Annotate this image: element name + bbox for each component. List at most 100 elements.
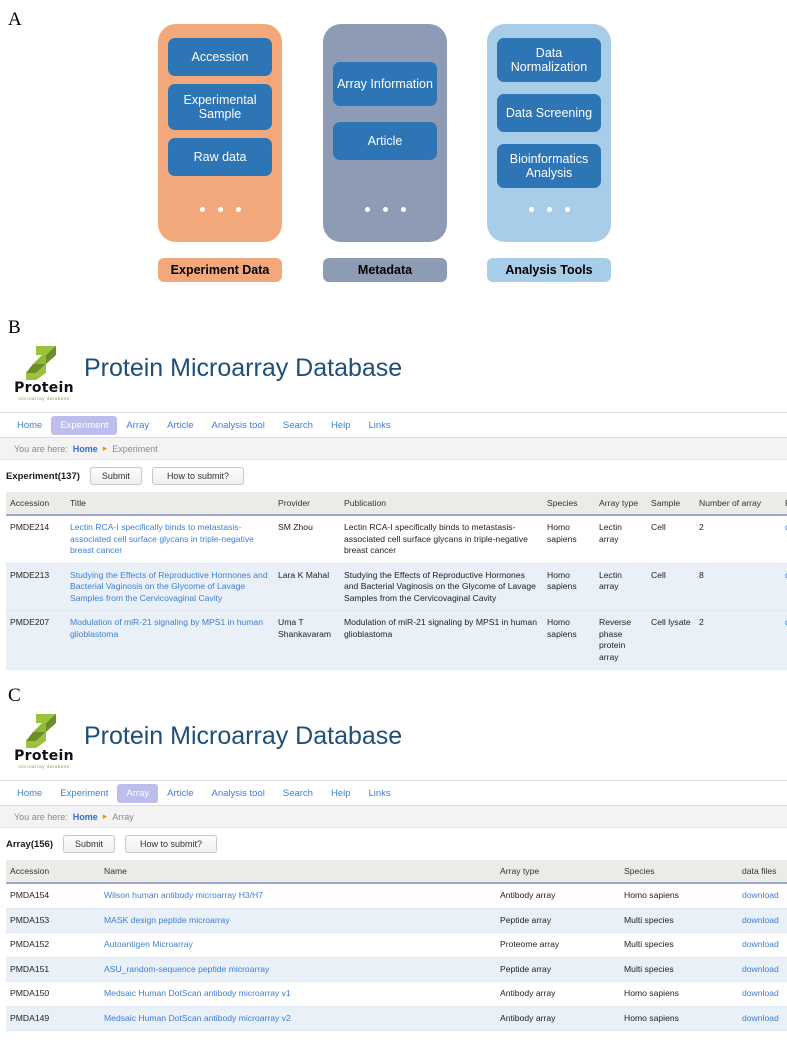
table-row: PMDE213 Studying the Effects of Reproduc… [6, 563, 787, 611]
nav-item-links[interactable]: Links [360, 784, 400, 803]
nav-item-array[interactable]: Array [117, 783, 159, 803]
col-header-number-of-array[interactable]: Number of array [695, 492, 781, 516]
cell-name-link[interactable]: MASK design peptide microarray [100, 908, 496, 933]
cell-data-files-download-link[interactable]: download [738, 981, 787, 1007]
cell-data-files-download-link[interactable]: download [738, 908, 787, 933]
flow-label-experiment-data: Experiment Data [158, 258, 282, 282]
how-to-submit-button-c[interactable]: How to submit? [125, 835, 218, 853]
cell-array-type: Antibody array [496, 883, 620, 909]
nav-item-home[interactable]: Home [8, 784, 51, 803]
cell-raw-data-download-link[interactable]: download [781, 610, 787, 670]
site-logo-c[interactable]: Protein microarray database [8, 712, 80, 778]
how-to-submit-button-b[interactable]: How to submit? [151, 467, 244, 485]
cell-provider: SM Zhou [274, 515, 340, 564]
cell-raw-data-download-link[interactable]: download [781, 563, 787, 611]
col-header-raw-data[interactable]: Raw data [781, 492, 787, 516]
array-table: Accession Name Array type Species data f… [6, 860, 787, 1031]
protein-ribbon-logo-icon [26, 346, 56, 380]
site-logo-b[interactable]: Protein microarray database [8, 344, 80, 410]
cell-accession: PMDA149 [6, 1006, 100, 1031]
nav-item-experiment[interactable]: Experiment [51, 784, 117, 803]
col-header-publication[interactable]: Publication [340, 492, 543, 516]
toolbar-b: Experiment(137) Submit How to submit? [0, 460, 787, 492]
flow-dots-analysis-tools [487, 207, 611, 212]
col-header-array-type[interactable]: Array type [496, 860, 620, 884]
table-row: PMDE214 Lectin RCA-I specifically binds … [6, 515, 787, 564]
nav-item-article[interactable]: Article [158, 784, 202, 803]
col-header-accession[interactable]: Accession [6, 492, 66, 516]
col-header-species[interactable]: Species [620, 860, 738, 884]
breadcrumb-home-link-c[interactable]: Home [73, 812, 98, 822]
cell-name-link[interactable]: Medsaic Human DotScan antibody microarra… [100, 1006, 496, 1031]
col-header-data-files[interactable]: data files [738, 860, 787, 884]
submit-button-b[interactable]: Submit [89, 467, 142, 485]
cell-accession: PMDE214 [6, 515, 66, 564]
cell-species: Homo sapiens [543, 610, 595, 670]
cell-array-type: Proteome array [496, 932, 620, 958]
cell-title-link[interactable]: Modulation of miR-21 signaling by MPS1 i… [66, 610, 274, 670]
cell-data-files-download-link[interactable]: download [738, 1006, 787, 1031]
flow-box-data-screening: Data Screening [497, 94, 601, 132]
panel-b-letter: B [8, 317, 21, 338]
cell-number-of-array: 2 [695, 515, 781, 564]
cell-name-link[interactable]: Wilson human antibody microarray H3/H7 [100, 883, 496, 909]
cell-accession: PMDE213 [6, 563, 66, 611]
nav-item-search[interactable]: Search [274, 416, 322, 435]
col-header-accession[interactable]: Accession [6, 860, 100, 884]
flow-column-experiment-data: Accession Experimental Sample Raw data [158, 24, 282, 242]
cell-data-files-download-link[interactable]: download [738, 957, 787, 982]
cell-title-link[interactable]: Lectin RCA-I specifically binds to metas… [66, 515, 274, 564]
nav-item-home[interactable]: Home [8, 416, 51, 435]
nav-item-help[interactable]: Help [322, 416, 360, 435]
panel-a-letter: A [8, 9, 22, 30]
cell-name-link[interactable]: Medsaic Human DotScan antibody microarra… [100, 981, 496, 1007]
nav-item-analysis-tool[interactable]: Analysis tool [203, 784, 274, 803]
nav-item-experiment[interactable]: Experiment [51, 415, 118, 435]
nav-item-array[interactable]: Array [117, 416, 158, 435]
flow-column-analysis-tools: Data Normalization Data Screening Bioinf… [487, 24, 611, 242]
table-row: PMDA153 MASK design peptide microarray P… [6, 908, 787, 933]
flow-box-raw-data: Raw data [168, 138, 272, 176]
flow-label-analysis-tools: Analysis Tools [487, 258, 611, 282]
col-header-title[interactable]: Title [66, 492, 274, 516]
nav-item-links[interactable]: Links [360, 416, 400, 435]
breadcrumb-separator-icon-c: ▸ [102, 811, 108, 821]
cell-species: Homo sapiens [620, 883, 738, 909]
site-header-c: Protein microarray database Protein Micr… [0, 708, 787, 780]
panel-b-experiment-page: B Protein microarray database Protein Mi… [0, 318, 787, 670]
cell-number-of-array: 2 [695, 610, 781, 670]
cell-data-files-download-link[interactable]: download [738, 883, 787, 909]
breadcrumb-current-b: Experiment [112, 443, 158, 454]
submit-button-c[interactable]: Submit [63, 835, 116, 853]
nav-item-search[interactable]: Search [274, 784, 322, 803]
cell-array-type: Reverse phase protein array [595, 610, 647, 670]
cell-name-link[interactable]: Autoantigen Microarray [100, 932, 496, 958]
cell-number-of-array: 8 [695, 563, 781, 611]
nav-item-help[interactable]: Help [322, 784, 360, 803]
breadcrumb-home-link-b[interactable]: Home [73, 444, 98, 454]
cell-species: Multi species [620, 908, 738, 933]
cell-raw-data-download-link[interactable]: download [781, 515, 787, 564]
cell-accession: PMDA150 [6, 981, 100, 1007]
array-table-header-row: Accession Name Array type Species data f… [6, 860, 787, 884]
breadcrumb-separator-icon-b: ▸ [102, 443, 108, 453]
cell-title-link[interactable]: Studying the Effects of Reproductive Hor… [66, 563, 274, 611]
cell-name-link[interactable]: ASU_random-sequence peptide microarray [100, 957, 496, 982]
logo-subtitle-c: microarray database [18, 764, 70, 769]
flow-dots-experiment-data [158, 207, 282, 212]
table-row: PMDA149 Medsaic Human DotScan antibody m… [6, 1006, 787, 1031]
logo-wordmark-c: Protein [14, 748, 74, 764]
col-header-provider[interactable]: Provider [274, 492, 340, 516]
col-header-sample[interactable]: Sample [647, 492, 695, 516]
col-header-name[interactable]: Name [100, 860, 496, 884]
nav-item-article[interactable]: Article [158, 416, 202, 435]
cell-data-files-download-link[interactable]: download [738, 932, 787, 958]
cell-sample: Cell [647, 563, 695, 611]
col-header-species[interactable]: Species [543, 492, 595, 516]
cell-accession: PMDE207 [6, 610, 66, 670]
panel-a-schematic: A Accession Experimental Sample Raw data… [0, 0, 787, 300]
panel-c-array-page: C Protein microarray database Protein Mi… [0, 686, 787, 1031]
col-header-array-type[interactable]: Array type [595, 492, 647, 516]
cell-species: Homo sapiens [620, 981, 738, 1007]
nav-item-analysis-tool[interactable]: Analysis tool [203, 416, 274, 435]
